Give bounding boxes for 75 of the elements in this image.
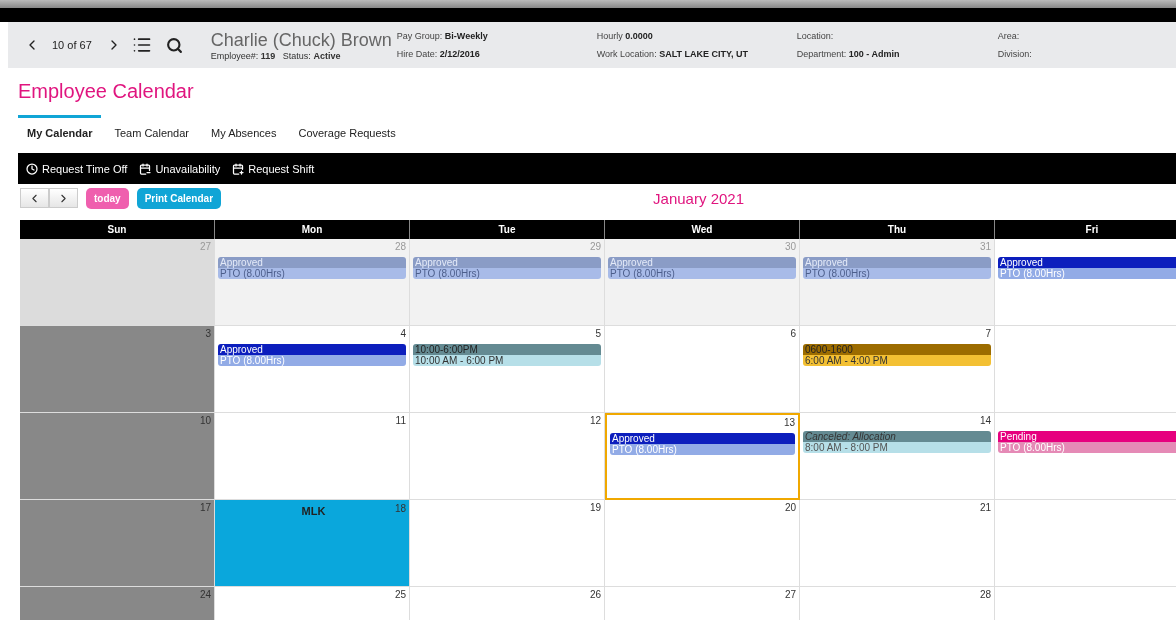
day-number: 5	[595, 328, 601, 341]
day-number: 31	[979, 241, 991, 254]
calendar-icon	[139, 162, 152, 175]
day-cell[interactable]: 12	[410, 413, 605, 500]
list-icon[interactable]	[131, 35, 152, 55]
day-number: 19	[589, 502, 601, 515]
toolbar-button[interactable]: Request Time Off	[26, 162, 128, 175]
day-cell[interactable]: 6	[605, 326, 800, 413]
day-number: 29	[589, 241, 601, 254]
day-number: 12	[589, 415, 601, 428]
day-cell[interactable]: MLK 18	[215, 500, 410, 587]
day-number: 26	[589, 589, 601, 602]
weekday-header: Sun	[20, 220, 215, 239]
weekday-header: Wed	[605, 220, 800, 239]
day-number: 13	[783, 417, 795, 430]
day-number: 11	[395, 415, 406, 428]
day-number: 25	[394, 589, 406, 602]
info-field: Area:	[997, 31, 1176, 41]
day-cell[interactable]: 4 Approved PTO (8.00Hrs)	[215, 326, 410, 413]
pager-count: 10 of 67	[52, 39, 92, 51]
info-field: Hire Date: 2/12/2016	[396, 49, 597, 59]
day-number: 17	[199, 502, 211, 515]
info-field: Department: 100 - Admin	[796, 49, 998, 59]
calendar-icon	[232, 162, 245, 175]
toolbar-button[interactable]: Request Shift	[232, 162, 315, 175]
day-cell[interactable]: 14 Canceled: Allocation 8:00 AM - 8:00 PM	[800, 413, 995, 500]
search-icon[interactable]	[165, 36, 183, 54]
day-number: 20	[784, 502, 796, 515]
day-cell[interactable]: 17	[20, 500, 215, 587]
tab[interactable]: Coverage Requests	[289, 115, 405, 143]
day-cell[interactable]: 11	[215, 413, 410, 500]
day-cell[interactable]: 19	[410, 500, 605, 587]
holiday-label: MLK	[300, 505, 327, 517]
month-title: January 2021	[653, 189, 744, 207]
day-number: 28	[394, 241, 406, 254]
day-number: 27	[784, 589, 796, 602]
day-cell[interactable]: 5 10:00-6:00PM 10:00 AM - 6:00 PM	[410, 326, 605, 413]
day-number: 24	[199, 589, 211, 602]
day-number: 30	[784, 241, 796, 254]
toolbar-button[interactable]: Unavailability	[139, 162, 221, 175]
day-number: 3	[205, 328, 211, 341]
day-number: 14	[979, 415, 991, 428]
day-number: 10	[199, 415, 211, 428]
day-number: 4	[400, 328, 406, 341]
day-number: 21	[979, 502, 991, 515]
weekday-header: Thu	[800, 220, 995, 239]
employee-number: Employee#: 119 Status: Active	[210, 50, 342, 61]
day-cell[interactable]: 13 Approved PTO (8.00Hrs)	[605, 413, 800, 500]
info-field: Hourly 0.0000	[596, 31, 797, 41]
day-number: 6	[790, 328, 796, 341]
tab[interactable]: My Calendar	[18, 115, 102, 143]
weekday-header: Mon	[215, 220, 410, 239]
info-field: Division:	[997, 49, 1176, 59]
day-number: 18	[394, 503, 406, 516]
weekday-header: Tue	[410, 220, 605, 239]
clock-icon	[26, 162, 38, 175]
day-cell[interactable]: 20	[605, 500, 800, 587]
employee-name: Charlie (Chuck) Brown	[210, 29, 393, 51]
info-field: Location:	[796, 31, 998, 41]
info-field: Work Location: SALT LAKE CITY, UT	[596, 49, 797, 59]
day-cell[interactable]: 3	[20, 326, 215, 413]
weekday-header: Fri	[995, 220, 1176, 239]
day-cell[interactable]: 7 0600-1600 6:00 AM - 4:00 PM	[800, 326, 995, 413]
tab[interactable]: My Absences	[202, 115, 286, 143]
previous-month-button[interactable]	[20, 188, 49, 208]
day-cell[interactable]: 24	[20, 587, 215, 620]
next-month-button[interactable]	[49, 188, 78, 208]
day-cell[interactable]: 21	[800, 500, 995, 587]
day-number: 7	[985, 328, 991, 341]
info-field: Pay Group: Bi-Weekly	[396, 31, 597, 41]
day-number: 27	[199, 241, 211, 254]
tab[interactable]: Team Calendar	[105, 115, 198, 143]
day-number: 28	[979, 589, 991, 602]
page-title: Employee Calendar	[18, 80, 195, 103]
day-cell[interactable]: 10	[20, 413, 215, 500]
